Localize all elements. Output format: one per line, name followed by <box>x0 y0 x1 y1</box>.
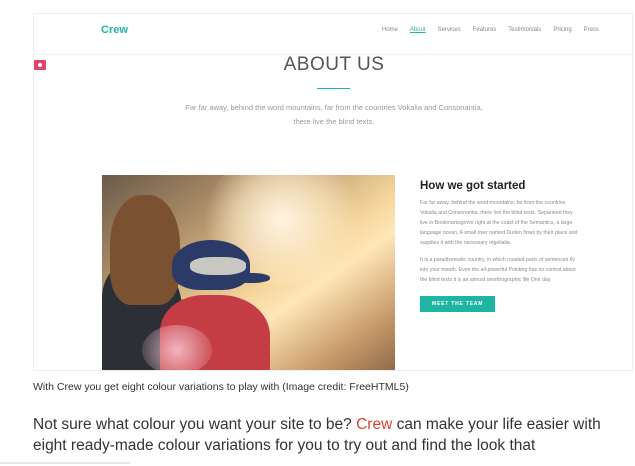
meet-the-team-button[interactable]: MEET THE TEAM <box>420 296 496 312</box>
nav-item-press[interactable]: Press <box>584 27 599 33</box>
figure-hair <box>110 195 180 305</box>
cap-front <box>190 257 246 275</box>
website-screenshot: Crew Home About Services Features Testim… <box>33 13 633 371</box>
aside-paragraph-2: It is a paradisematic country, in which … <box>420 257 576 283</box>
crew-link[interactable]: Crew <box>356 416 392 433</box>
article-text-before: Not sure what colour you want your site … <box>33 416 357 433</box>
aside-title: How we got started <box>420 180 526 192</box>
cap-brim <box>232 273 270 283</box>
lens-flare <box>142 325 212 370</box>
bottom-divider <box>0 462 130 464</box>
nav-item-about[interactable]: About <box>410 27 426 33</box>
image-caption: With Crew you get eight colour variation… <box>33 381 409 393</box>
aside-paragraph-1: Far far away, behind the word mountains,… <box>420 200 578 246</box>
nav-item-home[interactable]: Home <box>382 27 398 33</box>
intro-text: Far far away, behind the word mountains,… <box>185 103 483 126</box>
nav-item-services[interactable]: Services <box>438 27 461 33</box>
page-title: ABOUT US <box>283 54 385 75</box>
site-logo[interactable]: Crew <box>101 24 128 36</box>
nav-item-features[interactable]: Features <box>473 27 497 33</box>
article-paragraph: Not sure what colour you want your site … <box>33 414 633 456</box>
site-navbar: Crew Home About Services Features Testim… <box>34 14 632 55</box>
about-photo <box>102 175 395 370</box>
about-aside: How we got started Far far away, behind … <box>420 180 582 312</box>
nav-menu: Home About Services Features Testimonial… <box>382 27 599 33</box>
nav-item-pricing[interactable]: Pricing <box>553 27 571 33</box>
title-divider <box>317 88 350 89</box>
nav-item-testimonials[interactable]: Testimonials <box>508 27 541 33</box>
